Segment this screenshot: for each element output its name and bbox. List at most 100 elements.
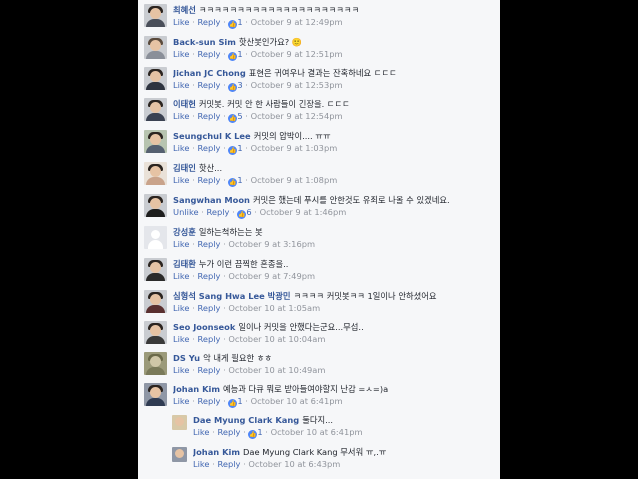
like-link[interactable]: Like	[173, 365, 190, 375]
comment-author[interactable]: Sangwhan Moon	[173, 195, 250, 205]
comment-text: Dae Myung Clark Kang 무서워 ㅠ,.ㅠ	[243, 447, 387, 457]
reply-link[interactable]: Reply	[197, 49, 220, 59]
like-link[interactable]: Like	[173, 80, 190, 90]
timestamp[interactable]: October 9 at 12:49pm	[251, 17, 343, 27]
avatar[interactable]	[144, 383, 167, 406]
comment-author[interactable]: DS Yu	[173, 353, 200, 363]
like-count[interactable]: 3	[237, 80, 242, 90]
timestamp[interactable]: October 10 at 1:05am	[228, 303, 320, 313]
comment-author[interactable]: Johan Kim	[173, 384, 220, 394]
timestamp[interactable]: October 9 at 1:46pm	[260, 207, 347, 217]
reply-link[interactable]: Reply	[197, 365, 220, 375]
avatar[interactable]	[144, 4, 167, 27]
like-link[interactable]: Like	[173, 239, 190, 249]
timestamp[interactable]: October 9 at 12:51pm	[251, 49, 343, 59]
comment-author[interactable]: 심형석 Sang Hwa Lee 박광민	[173, 291, 291, 301]
comment-author[interactable]: Johan Kim	[193, 447, 240, 457]
comments-panel: 최혜선 ㅋㅋㅋㅋㅋㅋㅋㅋㅋㅋㅋㅋㅋㅋㅋㅋㅋㅋㅋㅋㅋ Like · Reply · …	[138, 0, 500, 479]
comment-author[interactable]: Dae Myung Clark Kang	[193, 415, 299, 425]
comment-text: 일하는척하는는 봇	[198, 227, 263, 237]
like-count[interactable]: 5	[237, 111, 242, 121]
default-avatar[interactable]	[144, 226, 167, 249]
like-count[interactable]: 6	[246, 207, 251, 217]
comment-text: 커밋은 했는데 푸시를 안한것도 유죄로 나올 수 있겠네요.	[252, 195, 450, 205]
like-link[interactable]: Like	[173, 49, 190, 59]
avatar[interactable]	[144, 98, 167, 121]
like-link[interactable]: Like	[173, 175, 190, 185]
reply-link[interactable]: Reply	[197, 239, 220, 249]
like-count[interactable]: 1	[237, 17, 242, 27]
timestamp[interactable]: October 10 at 6:41pm	[271, 427, 363, 437]
avatar[interactable]	[144, 130, 167, 153]
timestamp[interactable]: October 9 at 1:08pm	[251, 175, 338, 185]
reply-link[interactable]: Reply	[197, 271, 220, 281]
comment-text: 일이나 커밋을 안했다는군요...무섭..	[238, 322, 364, 332]
like-link[interactable]: Like	[173, 334, 190, 344]
comment-author[interactable]: 강성훈	[173, 227, 196, 237]
comment-text: 핫산...	[198, 163, 223, 173]
comment-author[interactable]: 김태환	[173, 259, 196, 269]
comment-text: 예능과 다큐 뭐로 받아들여야할지 난감 =ㅅ=)a	[223, 384, 389, 394]
reply-link[interactable]: Reply	[197, 143, 220, 153]
like-count[interactable]: 1	[237, 396, 242, 406]
timestamp[interactable]: October 10 at 6:43pm	[248, 459, 340, 469]
like-count[interactable]: 1	[237, 175, 242, 185]
reply-link[interactable]: Reply	[197, 175, 220, 185]
like-link[interactable]: Like	[173, 303, 190, 313]
reply-link[interactable]: Reply	[197, 303, 220, 313]
reply-link[interactable]: Reply	[197, 111, 220, 121]
comment-text: 악 내게 필요한 ㅎㅎ	[203, 353, 273, 363]
avatar[interactable]	[144, 36, 167, 59]
reply-link[interactable]: Reply	[217, 459, 240, 469]
unlike-link[interactable]: Unlike	[173, 207, 199, 217]
timestamp[interactable]: October 9 at 12:54pm	[251, 111, 343, 121]
reply-link[interactable]: Reply	[217, 427, 240, 437]
avatar[interactable]	[144, 67, 167, 90]
comment-text: 표현은 귀여우나 결과는 잔혹하네요 ㄷㄷㄷ	[248, 68, 397, 78]
comment-author[interactable]: 최혜선	[173, 5, 196, 15]
comment-author[interactable]: 이태헌	[173, 99, 196, 109]
avatar[interactable]	[144, 321, 167, 344]
avatar[interactable]	[144, 290, 167, 313]
comment-text: 누가 이런 끔찍한 혼종을..	[198, 259, 289, 269]
timestamp[interactable]: October 9 at 7:49pm	[228, 271, 315, 281]
reply-link[interactable]: Reply	[197, 396, 220, 406]
avatar[interactable]	[144, 162, 167, 185]
avatar[interactable]	[172, 447, 187, 462]
comment-text: ㅋㅋㅋㅋ 커밋봇ㅋㅋ 1일이나 안하셨어요	[293, 291, 437, 301]
like-link[interactable]: Like	[173, 111, 190, 121]
avatar[interactable]	[144, 258, 167, 281]
like-link[interactable]: Like	[173, 396, 190, 406]
reply-link[interactable]: Reply	[197, 334, 220, 344]
comment-text: 둘다지...	[302, 415, 334, 425]
comment-author[interactable]: Seungchul K Lee	[173, 131, 251, 141]
like-count[interactable]: 1	[257, 427, 262, 437]
comment-text: ㅋㅋㅋㅋㅋㅋㅋㅋㅋㅋㅋㅋㅋㅋㅋㅋㅋㅋㅋㅋㅋ	[198, 5, 360, 15]
comment-text: 커밋봇. 커밋 안 한 사람들이 긴장을. ㄷㄷㄷ	[198, 99, 350, 109]
like-link[interactable]: Like	[173, 271, 190, 281]
avatar[interactable]	[144, 194, 167, 217]
timestamp[interactable]: October 9 at 1:03pm	[251, 143, 338, 153]
timestamp[interactable]: October 10 at 10:04am	[228, 334, 325, 344]
like-count[interactable]: 1	[237, 143, 242, 153]
comment-author[interactable]: Back-sun Sim	[173, 37, 236, 47]
timestamp[interactable]: October 9 at 3:16pm	[228, 239, 315, 249]
comment-author[interactable]: Seo Joonseok	[173, 322, 235, 332]
like-link[interactable]: Like	[173, 17, 190, 27]
timestamp[interactable]: October 10 at 10:49am	[228, 365, 325, 375]
timestamp[interactable]: October 10 at 6:41pm	[251, 396, 343, 406]
comment-text: 핫산봇인가요? 🙂	[238, 37, 303, 47]
like-link[interactable]: Like	[193, 459, 210, 469]
reply-link[interactable]: Reply	[206, 207, 229, 217]
timestamp[interactable]: October 9 at 12:53pm	[251, 80, 343, 90]
reply-link[interactable]: Reply	[197, 80, 220, 90]
like-count[interactable]: 1	[237, 49, 242, 59]
avatar[interactable]	[172, 415, 187, 430]
reply-link[interactable]: Reply	[197, 17, 220, 27]
avatar[interactable]	[144, 352, 167, 375]
comment-author[interactable]: Jichan JC Chong	[173, 68, 246, 78]
comment-text: 커밋의 압박이.... ㅠㅠ	[253, 131, 331, 141]
like-link[interactable]: Like	[173, 143, 190, 153]
comment-author[interactable]: 김태인	[173, 163, 196, 173]
like-link[interactable]: Like	[193, 427, 210, 437]
